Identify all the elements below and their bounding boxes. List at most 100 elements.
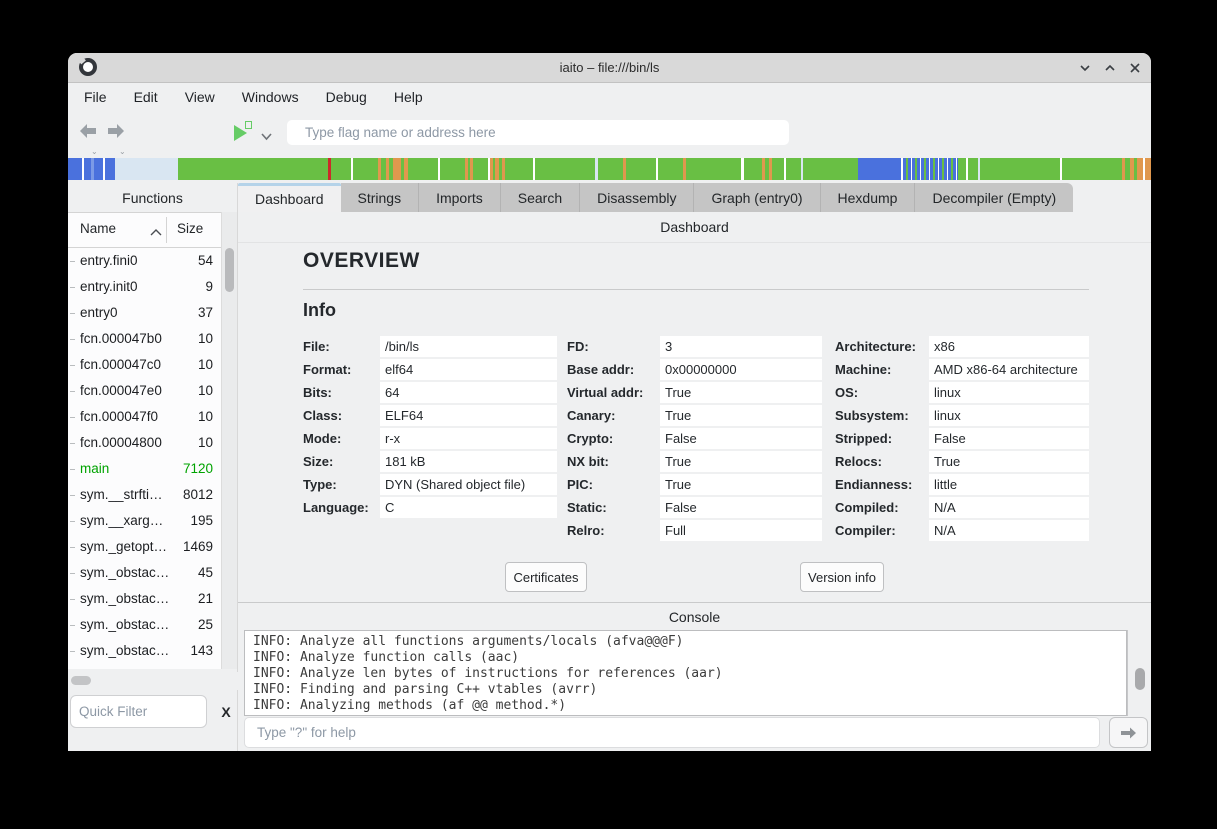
info-label: Type: [303, 477, 337, 492]
column-header-name[interactable]: Name [80, 221, 116, 236]
info-label: Bits: [303, 385, 332, 400]
minimap-segment[interactable] [903, 158, 958, 180]
minimap-segment[interactable] [968, 158, 978, 180]
function-row[interactable]: fcn.000047e010 [68, 378, 222, 404]
tab-dashboard[interactable]: Dashboard [238, 183, 341, 212]
functions-scrollbar-horizontal[interactable] [68, 672, 238, 690]
quick-filter-input[interactable] [70, 695, 207, 728]
minimap-segment[interactable] [440, 158, 465, 180]
info-value: linux [929, 405, 1089, 426]
console-send-button[interactable] [1109, 717, 1148, 748]
function-row[interactable]: fcn.000047f010 [68, 404, 222, 430]
minimap-segment[interactable] [178, 158, 328, 180]
info-value: ELF64 [380, 405, 557, 426]
function-size: 10 [198, 331, 213, 346]
console-log-line: INFO: Analyze all functions arguments/lo… [253, 634, 1126, 650]
column-header-size[interactable]: Size [177, 221, 203, 236]
minimap-segment[interactable] [68, 158, 82, 180]
tab-imports[interactable]: Imports [419, 183, 501, 212]
info-value: N/A [929, 497, 1089, 518]
minimap-segment[interactable] [408, 158, 438, 180]
function-row[interactable]: sym._obstac…21 [68, 586, 222, 612]
minimap-segment[interactable] [858, 158, 901, 180]
minimap-segment[interactable] [505, 158, 533, 180]
minimap-segment[interactable] [105, 158, 115, 180]
info-value: linux [929, 382, 1089, 403]
tab-disassembly[interactable]: Disassembly [580, 183, 694, 212]
function-name: main [80, 461, 109, 476]
minimap-segment[interactable] [331, 158, 351, 180]
minimap-segment[interactable] [393, 158, 401, 180]
maximize-icon[interactable] [1102, 60, 1118, 76]
function-row[interactable]: entry.fini054 [68, 248, 222, 274]
minimap-segment[interactable] [94, 158, 103, 180]
console-command-input[interactable] [244, 717, 1100, 748]
menu-item-help[interactable]: Help [394, 89, 423, 105]
minimap-segment[interactable] [84, 158, 91, 180]
info-label: FD: [567, 339, 589, 354]
forward-button-icon[interactable]: ⌄ [106, 123, 126, 143]
minimap-segment[interactable] [115, 158, 178, 180]
function-row[interactable]: sym._obstac…45 [68, 560, 222, 586]
functions-scrollbar-vertical[interactable] [221, 212, 237, 669]
function-row[interactable]: sym._getopt…1469 [68, 534, 222, 560]
title-bar[interactable]: iaito – file:///bin/ls [68, 53, 1151, 83]
minimap-segment[interactable] [1062, 158, 1122, 180]
function-row[interactable]: sym._obstac…143 [68, 638, 222, 664]
info-label: Base addr: [567, 362, 634, 377]
minimap-segment[interactable] [686, 158, 741, 180]
minimap-segment[interactable] [535, 158, 595, 180]
info-label: Relocs: [835, 454, 882, 469]
address-search-input[interactable] [287, 120, 789, 145]
close-icon[interactable] [1127, 60, 1143, 76]
minimap-segment[interactable] [772, 158, 784, 180]
info-label: OS: [835, 385, 858, 400]
tab-decompiler-empty[interactable]: Decompiler (Empty) [915, 183, 1073, 212]
tab-graph-entry0[interactable]: Graph (entry0) [694, 183, 820, 212]
minimap-segment[interactable] [958, 158, 966, 180]
minimap-segment[interactable] [980, 158, 1060, 180]
function-name: entry.init0 [80, 279, 138, 294]
minimap-segment[interactable] [473, 158, 488, 180]
function-row[interactable]: fcn.000047b010 [68, 326, 222, 352]
menu-item-edit[interactable]: Edit [134, 89, 158, 105]
function-row[interactable]: main7120 [68, 456, 222, 482]
console-scrollbar[interactable] [1127, 630, 1151, 716]
tab-strings[interactable]: Strings [341, 183, 420, 212]
back-dropdown-icon[interactable]: ⌄ [91, 147, 98, 156]
minimap-segment[interactable] [353, 158, 378, 180]
certificates-button[interactable]: Certificates [505, 562, 587, 592]
minimap-segment[interactable] [598, 158, 623, 180]
minimize-icon[interactable] [1077, 60, 1093, 76]
minimap-segment[interactable] [1145, 158, 1151, 180]
menu-item-windows[interactable]: Windows [242, 89, 299, 105]
minimap-segment[interactable] [744, 158, 762, 180]
minimap-segment[interactable] [803, 158, 858, 180]
forward-dropdown-icon[interactable]: ⌄ [119, 147, 126, 156]
function-row[interactable]: fcn.0000480010 [68, 430, 222, 456]
minimap-segment[interactable] [658, 158, 683, 180]
tab-hexdump[interactable]: Hexdump [821, 183, 916, 212]
menu-item-debug[interactable]: Debug [326, 89, 367, 105]
function-row[interactable]: entry.init09 [68, 274, 222, 300]
sort-ascending-icon[interactable] [150, 225, 162, 240]
address-minimap[interactable] [68, 158, 1151, 180]
info-value: C [380, 497, 557, 518]
debug-play-icon[interactable] [234, 123, 252, 141]
debug-options-chevron-icon[interactable] [260, 128, 273, 146]
function-name: sym.__xarg… [80, 513, 163, 528]
menu-item-file[interactable]: File [84, 89, 107, 105]
function-row[interactable]: sym.__strfti…8012 [68, 482, 222, 508]
console-output: INFO: Analyze all functions arguments/lo… [244, 630, 1127, 716]
function-row[interactable]: sym._obstac…25 [68, 612, 222, 638]
function-row[interactable]: sym.__xarg…195 [68, 508, 222, 534]
menu-item-view[interactable]: View [185, 89, 215, 105]
version-info-button[interactable]: Version info [800, 562, 884, 592]
function-row[interactable]: entry037 [68, 300, 222, 326]
function-row[interactable]: fcn.000047c010 [68, 352, 222, 378]
minimap-segment[interactable] [626, 158, 656, 180]
back-button-icon[interactable]: ⌄ [78, 123, 98, 143]
clear-filter-button[interactable]: X [213, 697, 239, 727]
tab-search[interactable]: Search [501, 183, 580, 212]
minimap-segment[interactable] [786, 158, 801, 180]
